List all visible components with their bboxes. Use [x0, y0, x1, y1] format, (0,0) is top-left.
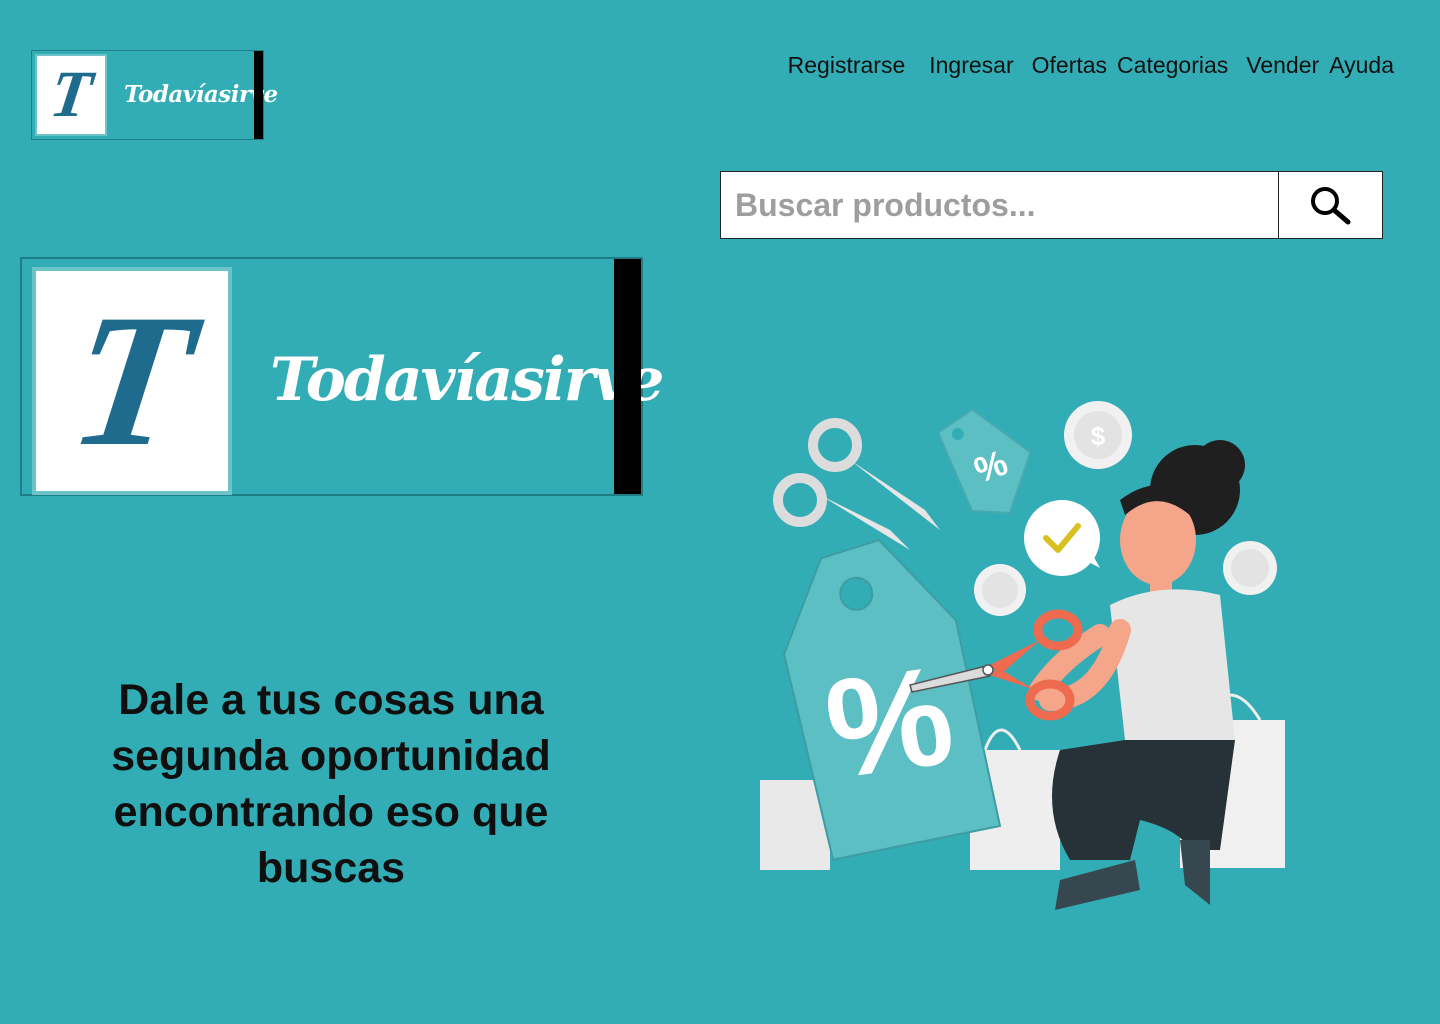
hero-logo-tile: T: [32, 267, 232, 495]
nav-categorias[interactable]: Categorias: [1117, 52, 1228, 79]
big-tag-percent: %: [817, 635, 962, 808]
search-icon: [1310, 187, 1350, 225]
small-price-tag-icon: %: [936, 408, 1032, 515]
nav-ofertas[interactable]: Ofertas: [1032, 52, 1107, 79]
top-nav: Registrarse Ingresar Ofertas Categorias …: [788, 52, 1394, 79]
hero-logo-letter: T: [59, 276, 205, 486]
hero-logo-edge-bar: [614, 259, 641, 494]
nav-ingresar[interactable]: Ingresar: [929, 52, 1013, 79]
check-bubble-icon: [1024, 500, 1100, 576]
search-bar: [720, 171, 1383, 239]
logo-tile: T: [35, 54, 107, 136]
hero-logo: T Todavíasirve: [20, 257, 664, 496]
scissors-icon: [773, 418, 940, 550]
logo-letter: T: [45, 58, 97, 131]
nav-ayuda[interactable]: Ayuda: [1329, 52, 1394, 79]
nav-vender[interactable]: Vender: [1246, 52, 1319, 79]
search-button[interactable]: [1278, 172, 1382, 238]
discount-illustration: $ % %: [760, 401, 1285, 910]
nav-registrarse[interactable]: Registrarse: [788, 52, 906, 79]
hero-logo-wordmark: Todavíasirve: [270, 345, 664, 415]
logo-edge-bar: [254, 51, 263, 139]
header-logo[interactable]: T Todavíasirve: [31, 50, 278, 140]
coin-symbol: $: [1091, 421, 1106, 451]
search-input[interactable]: [721, 172, 1278, 238]
hero-headline: Dale a tus cosas una segunda oportunidad…: [111, 676, 551, 892]
